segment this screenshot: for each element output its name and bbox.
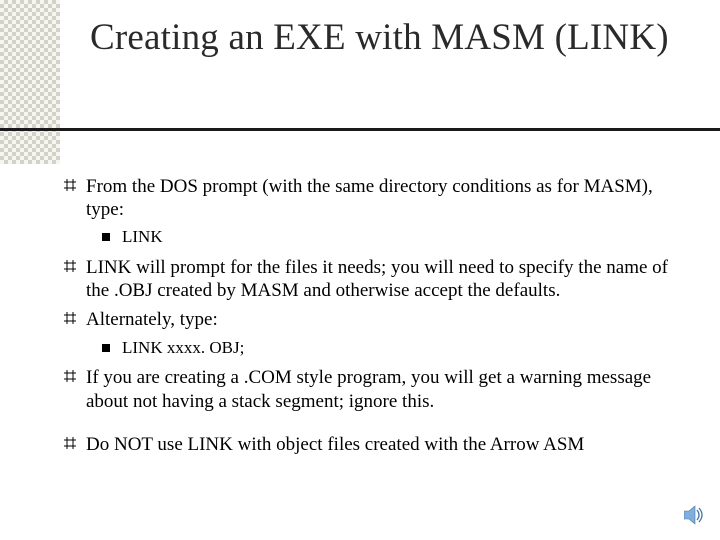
grid-bullet-icon [64, 260, 76, 272]
slide: Creating an EXE with MASM (LINK) From th… [0, 0, 720, 540]
square-bullet-icon [102, 233, 110, 241]
sub-bullet-item: LINK xxxx. OBJ; [122, 338, 686, 359]
bullet-item: From the DOS prompt (with the same direc… [86, 175, 686, 221]
sub-bullet-text: LINK xxxx. OBJ; [122, 338, 244, 357]
bullet-text: Alternately, type: [86, 309, 218, 330]
grid-bullet-icon [64, 312, 76, 324]
slide-body: From the DOS prompt (with the same direc… [86, 175, 686, 462]
bullet-item: Alternately, type: [86, 308, 686, 331]
spacer [86, 419, 686, 433]
decorative-pattern [0, 0, 60, 164]
speaker-icon [684, 505, 706, 530]
bullet-item: Do NOT use LINK with object files create… [86, 433, 686, 456]
slide-title: Creating an EXE with MASM (LINK) [90, 16, 680, 60]
bullet-item: If you are creating a .COM style program… [86, 366, 686, 412]
grid-bullet-icon [64, 179, 76, 191]
grid-bullet-icon [64, 437, 76, 449]
bullet-text: If you are creating a .COM style program… [86, 367, 651, 411]
sub-bullet-item: LINK [122, 227, 686, 248]
square-bullet-icon [102, 344, 110, 352]
bullet-text: From the DOS prompt (with the same direc… [86, 176, 653, 220]
bullet-text: LINK will prompt for the files it needs;… [86, 257, 668, 301]
bullet-text: Do NOT use LINK with object files create… [86, 434, 584, 455]
horizontal-rule [0, 128, 720, 131]
grid-bullet-icon [64, 370, 76, 382]
bullet-item: LINK will prompt for the files it needs;… [86, 256, 686, 302]
sub-bullet-text: LINK [122, 227, 163, 246]
